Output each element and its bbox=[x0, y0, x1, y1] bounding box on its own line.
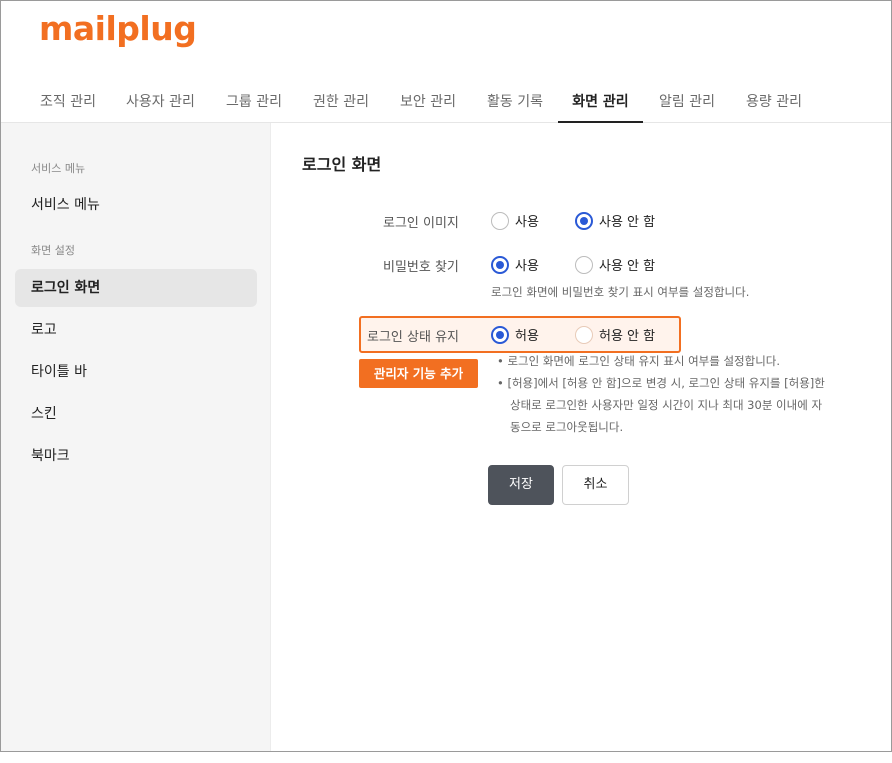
sidebar-item-logo[interactable]: 로고 bbox=[15, 311, 257, 349]
radio-label: 사용 bbox=[515, 215, 539, 230]
radio-circle-selected bbox=[575, 211, 593, 230]
save-button[interactable]: 저장 bbox=[488, 465, 554, 505]
keep-login-help-continued: 동으로 로그아웃됩니다. bbox=[510, 420, 624, 434]
tab-storage[interactable]: 용량 관리 bbox=[746, 91, 802, 123]
keep-login-allow-radio[interactable]: 허용 bbox=[491, 325, 539, 344]
sidebar-section-screen-settings: 화면 설정 bbox=[31, 244, 75, 257]
cancel-button[interactable]: 취소 bbox=[562, 465, 629, 505]
login-image-use-radio[interactable]: 사용 bbox=[491, 211, 539, 230]
tab-activity-log[interactable]: 활동 기록 bbox=[487, 91, 543, 123]
login-image-label: 로그인 이미지 bbox=[383, 216, 459, 231]
password-find-not-use-radio[interactable]: 사용 안 함 bbox=[575, 255, 655, 274]
admin-feature-added-badge: 관리자 기능 추가 bbox=[359, 359, 478, 388]
radio-label: 허용 안 함 bbox=[599, 329, 656, 344]
password-find-label: 비밀번호 찾기 bbox=[383, 260, 459, 275]
keep-login-deny-radio[interactable]: 허용 안 함 bbox=[575, 325, 655, 344]
keep-login-help-bullet-1: • 로그인 화면에 로그인 상태 유지 표시 여부를 설정합니다. bbox=[497, 354, 781, 368]
radio-circle bbox=[491, 211, 509, 230]
radio-circle bbox=[575, 325, 593, 344]
mailplug-logo[interactable]: mailplug bbox=[39, 9, 197, 48]
sidebar-section-service-menu: 서비스 메뉴 bbox=[31, 162, 86, 175]
app-window: mailplug 조직 관리 사용자 관리 그룹 관리 권한 관리 보안 관리 … bbox=[0, 0, 892, 752]
radio-circle-selected bbox=[491, 255, 509, 274]
sidebar: 서비스 메뉴 서비스 메뉴 화면 설정 로그인 화면 로고 타이틀 바 스킨 북… bbox=[1, 123, 271, 751]
tab-permissions[interactable]: 권한 관리 bbox=[313, 91, 369, 123]
password-find-use-radio[interactable]: 사용 bbox=[491, 255, 539, 274]
top-nav-tabs: 조직 관리 사용자 관리 그룹 관리 권한 관리 보안 관리 활동 기록 화면 … bbox=[1, 61, 891, 123]
sidebar-item-login-screen[interactable]: 로그인 화면 bbox=[15, 269, 257, 307]
tab-groups[interactable]: 그룹 관리 bbox=[226, 91, 282, 123]
sidebar-item-bookmark[interactable]: 북마크 bbox=[15, 437, 257, 475]
tab-security[interactable]: 보안 관리 bbox=[400, 91, 456, 123]
radio-label: 허용 bbox=[515, 329, 539, 344]
radio-label: 사용 bbox=[515, 259, 539, 274]
radio-circle-selected bbox=[491, 325, 509, 344]
keep-login-help-bullet-2: • [허용]에서 [허용 안 함]으로 변경 시, 로그인 상태 유지를 [허용… bbox=[497, 376, 825, 390]
sidebar-item-service-menu[interactable]: 서비스 메뉴 bbox=[15, 186, 257, 224]
radio-circle bbox=[575, 255, 593, 274]
keep-login-help-continued: 상태로 로그인한 사용자만 일정 시간이 지나 최대 30분 이내에 자 bbox=[510, 398, 823, 412]
keep-login-label: 로그인 상태 유지 bbox=[367, 330, 459, 345]
radio-label: 사용 안 함 bbox=[599, 259, 656, 274]
page-title: 로그인 화면 bbox=[302, 155, 382, 174]
sidebar-item-title-bar[interactable]: 타이틀 바 bbox=[15, 353, 257, 391]
login-image-not-use-radio[interactable]: 사용 안 함 bbox=[575, 211, 655, 230]
password-find-help-text: 로그인 화면에 비밀번호 찾기 표시 여부를 설정합니다. bbox=[491, 285, 750, 299]
tab-users[interactable]: 사용자 관리 bbox=[126, 91, 195, 123]
tab-organization[interactable]: 조직 관리 bbox=[40, 91, 96, 123]
header: mailplug bbox=[1, 1, 891, 61]
sidebar-item-skin[interactable]: 스킨 bbox=[15, 395, 257, 433]
tab-notifications[interactable]: 알림 관리 bbox=[659, 91, 715, 123]
radio-label: 사용 안 함 bbox=[599, 215, 656, 230]
tab-screen-management[interactable]: 화면 관리 bbox=[558, 91, 643, 123]
